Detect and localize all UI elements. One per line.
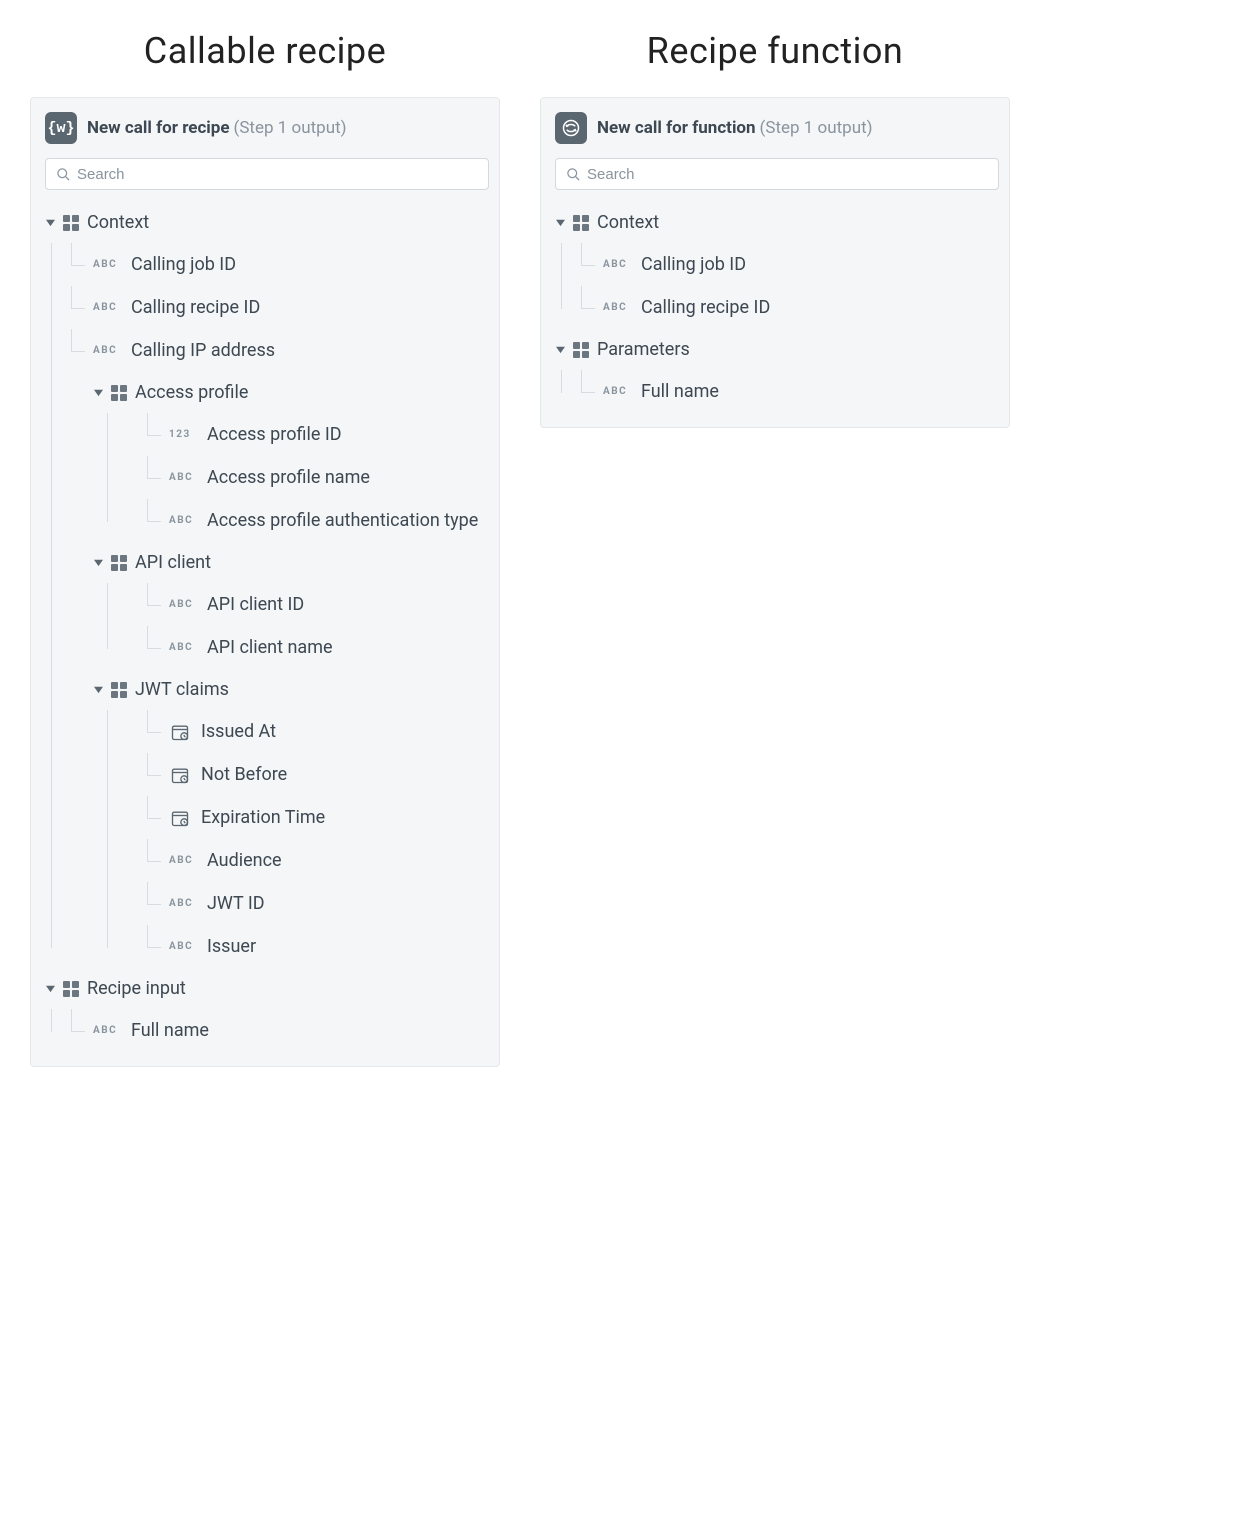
- type-string-icon: ABC: [169, 941, 197, 952]
- datapill-calling-job-id[interactable]: ABC Calling job ID: [575, 243, 999, 286]
- panel-header: {w} New call for recipe (Step 1 output): [31, 106, 499, 158]
- caret-down-icon: [45, 984, 55, 993]
- tree-node-context: Context ABC Calling job ID ABC Calling r…: [45, 202, 489, 968]
- recipe-function-column: Recipe function New call for function (S…: [540, 10, 1010, 428]
- datapill-calling-ip-address[interactable]: ABC Calling IP address: [65, 329, 489, 372]
- panel-subtitle: (Step 1 output): [760, 118, 873, 138]
- tree-toggle-recipe-input[interactable]: Recipe input: [45, 968, 489, 1009]
- tree-toggle-access-profile[interactable]: Access profile: [83, 372, 489, 413]
- caret-down-icon: [93, 388, 103, 397]
- type-string-icon: ABC: [93, 302, 121, 313]
- tree-node-jwt-claims: JWT claims Issued At: [65, 669, 489, 968]
- datapill-jwt-id[interactable]: ABC JWT ID: [123, 882, 489, 925]
- datapill-access-profile-auth-type[interactable]: ABC Access profile authentication type: [123, 499, 489, 542]
- type-date-icon: [169, 808, 191, 828]
- datapill-api-client-name[interactable]: ABC API client name: [123, 626, 489, 669]
- tree-node-api-client: API client ABC API client ID ABC API cli…: [65, 542, 489, 669]
- tree-node-parameters: Parameters ABC Full name: [555, 329, 999, 413]
- workato-badge-icon: {w}: [45, 112, 77, 144]
- panel-title: New call for function: [597, 118, 756, 138]
- type-string-icon: ABC: [169, 898, 197, 909]
- tree-toggle-context[interactable]: Context: [555, 202, 999, 243]
- datapill-jwt-not-before[interactable]: Not Before: [123, 753, 489, 796]
- panel-header: New call for function (Step 1 output): [541, 106, 1009, 158]
- datapill-jwt-issued-at[interactable]: Issued At: [123, 710, 489, 753]
- object-icon: [573, 342, 589, 358]
- search-icon: [56, 167, 71, 182]
- function-badge-icon: [555, 112, 587, 144]
- tree-toggle-jwt-claims[interactable]: JWT claims: [83, 669, 489, 710]
- type-string-icon: ABC: [603, 386, 631, 397]
- type-string-icon: ABC: [169, 515, 197, 526]
- type-string-icon: ABC: [93, 1025, 121, 1036]
- datapill-tree: Context ABC Calling job ID ABC Calling r…: [31, 196, 499, 1052]
- datapill-calling-job-id[interactable]: ABC Calling job ID: [65, 243, 489, 286]
- callable-recipe-column: Callable recipe {w} New call for recipe …: [30, 10, 500, 1067]
- tree-toggle-context[interactable]: Context: [45, 202, 489, 243]
- object-icon: [111, 555, 127, 571]
- type-string-icon: ABC: [93, 345, 121, 356]
- caret-down-icon: [93, 558, 103, 567]
- callable-recipe-heading: Callable recipe: [144, 30, 386, 72]
- search-input-wrap[interactable]: [555, 158, 999, 190]
- tree-node-context: Context ABC Calling job ID ABC Calling r…: [555, 202, 999, 329]
- caret-down-icon: [93, 685, 103, 694]
- datapill-jwt-expiration-time[interactable]: Expiration Time: [123, 796, 489, 839]
- type-string-icon: ABC: [169, 642, 197, 653]
- type-number-icon: 123: [169, 429, 197, 440]
- type-string-icon: ABC: [169, 599, 197, 610]
- search-input[interactable]: [71, 166, 478, 183]
- type-string-icon: ABC: [169, 472, 197, 483]
- datapill-access-profile-name[interactable]: ABC Access profile name: [123, 456, 489, 499]
- caret-down-icon: [555, 345, 565, 354]
- datapill-jwt-audience[interactable]: ABC Audience: [123, 839, 489, 882]
- search-input[interactable]: [581, 166, 988, 183]
- type-string-icon: ABC: [93, 259, 121, 270]
- tree-node-access-profile: Access profile 123 Access profile ID ABC…: [65, 372, 489, 542]
- caret-down-icon: [555, 218, 565, 227]
- panel-title: New call for recipe: [87, 118, 230, 138]
- search-input-wrap[interactable]: [45, 158, 489, 190]
- type-date-icon: [169, 722, 191, 742]
- panel-subtitle: (Step 1 output): [234, 118, 347, 138]
- datapill-access-profile-id[interactable]: 123 Access profile ID: [123, 413, 489, 456]
- datapill-jwt-issuer[interactable]: ABC Issuer: [123, 925, 489, 968]
- tree-toggle-parameters[interactable]: Parameters: [555, 329, 999, 370]
- datapill-parameters-full-name[interactable]: ABC Full name: [575, 370, 999, 413]
- recipe-function-heading: Recipe function: [647, 30, 904, 72]
- datapill-calling-recipe-id[interactable]: ABC Calling recipe ID: [65, 286, 489, 329]
- type-string-icon: ABC: [603, 259, 631, 270]
- recipe-function-panel: New call for function (Step 1 output) Co…: [540, 97, 1010, 428]
- type-string-icon: ABC: [603, 302, 631, 313]
- caret-down-icon: [45, 218, 55, 227]
- search-icon: [566, 167, 581, 182]
- type-string-icon: ABC: [169, 855, 197, 866]
- object-icon: [111, 385, 127, 401]
- type-date-icon: [169, 765, 191, 785]
- datapill-recipe-input-full-name[interactable]: ABC Full name: [65, 1009, 489, 1052]
- tree-node-recipe-input: Recipe input ABC Full name: [45, 968, 489, 1052]
- datapill-calling-recipe-id[interactable]: ABC Calling recipe ID: [575, 286, 999, 329]
- callable-recipe-panel: {w} New call for recipe (Step 1 output): [30, 97, 500, 1067]
- object-icon: [111, 682, 127, 698]
- object-icon: [63, 215, 79, 231]
- tree-toggle-api-client[interactable]: API client: [83, 542, 489, 583]
- object-icon: [573, 215, 589, 231]
- datapill-api-client-id[interactable]: ABC API client ID: [123, 583, 489, 626]
- datapill-tree: Context ABC Calling job ID ABC Calling r…: [541, 196, 1009, 413]
- object-icon: [63, 981, 79, 997]
